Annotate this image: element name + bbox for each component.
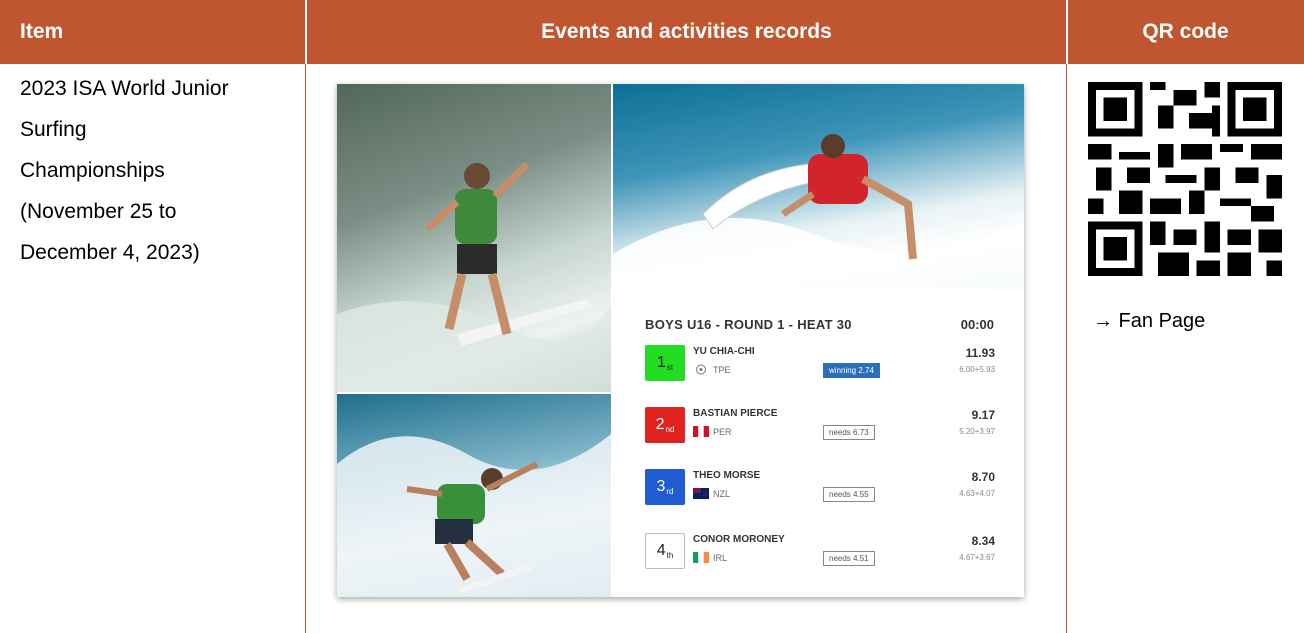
item-line: December 4, 2023) bbox=[20, 241, 200, 264]
event-photo-collage: BOYS U16 - ROUND 1 - HEAT 30 00:00 1st Y… bbox=[337, 84, 1024, 597]
heat-timer: 00:00 bbox=[960, 317, 994, 332]
surfer-country: PER bbox=[713, 427, 732, 437]
surfer-country: IRL bbox=[713, 553, 728, 563]
item-line: (November 25 to bbox=[20, 200, 177, 223]
surfer-photo-green-top bbox=[337, 84, 611, 392]
surfer-row: 4th CONOR MORONEY IRL needs 4.51 8.34 4.… bbox=[645, 533, 995, 583]
tpe-emblem-icon bbox=[696, 364, 706, 375]
item-line: Surfing bbox=[20, 118, 87, 141]
heat-scoreboard: BOYS U16 - ROUND 1 - HEAT 30 00:00 1st Y… bbox=[613, 289, 1024, 597]
rank-badge: 4th bbox=[645, 533, 685, 569]
score-status-badge: needs 4.55 bbox=[823, 487, 875, 502]
heat-total: 11.93 bbox=[965, 346, 995, 360]
peru-flag-icon bbox=[693, 426, 709, 437]
surfer-name: BASTIAN PIERCE bbox=[693, 408, 778, 419]
header-divider bbox=[305, 0, 307, 64]
surfer-country: TPE bbox=[713, 365, 731, 375]
item-line: 2023 ISA World Junior bbox=[20, 77, 229, 100]
wave-scores: 4.63+4.07 bbox=[959, 489, 995, 498]
header-qr-code: QR code bbox=[1067, 0, 1304, 64]
wave-scores: 5.20+3.97 bbox=[959, 427, 995, 436]
item-description: 2023 ISA World Junior Surfing Championsh… bbox=[20, 68, 300, 273]
surfer-row: 3rd THEO MORSE NZL needs 4.55 8.70 4.63+… bbox=[645, 469, 995, 519]
rank-badge: 1st bbox=[645, 345, 685, 381]
column-divider bbox=[305, 64, 306, 633]
header-records: Events and activities records bbox=[306, 0, 1067, 64]
wave-scores: 4.67+3.67 bbox=[959, 553, 995, 562]
score-status-badge: needs 4.51 bbox=[823, 551, 875, 566]
item-line: Championships bbox=[20, 159, 165, 182]
surfer-photo-green-bottom bbox=[337, 394, 611, 597]
heat-total: 8.70 bbox=[971, 470, 995, 484]
score-status-badge: needs 6.73 bbox=[823, 425, 875, 440]
surfer-photo-red bbox=[613, 84, 1024, 289]
wave-scores: 6.00+5.93 bbox=[959, 365, 995, 374]
header-divider bbox=[1066, 0, 1068, 64]
heat-total: 8.34 bbox=[971, 534, 995, 548]
surfer-country: NZL bbox=[713, 489, 731, 499]
new-zealand-flag-icon bbox=[693, 488, 709, 499]
surfer-name: THEO MORSE bbox=[693, 470, 761, 481]
surfer-name: YU CHIA-CHI bbox=[693, 346, 755, 357]
score-status-badge: winning 2.74 bbox=[823, 363, 880, 378]
heat-title: BOYS U16 - ROUND 1 - HEAT 30 bbox=[645, 317, 852, 332]
fan-page-qr-code[interactable] bbox=[1085, 82, 1285, 276]
column-divider bbox=[1066, 64, 1067, 633]
surfer-row: 1st YU CHIA-CHI TPE winning 2.74 11.93 6… bbox=[645, 345, 995, 395]
rank-badge: 3rd bbox=[645, 469, 685, 505]
surfer-row: 2nd BASTIAN PIERCE PER needs 6.73 9.17 5… bbox=[645, 407, 995, 457]
surfer-name: CONOR MORONEY bbox=[693, 534, 785, 545]
rank-badge: 2nd bbox=[645, 407, 685, 443]
fan-page-link[interactable]: → Fan Page bbox=[1093, 310, 1263, 333]
header-item: Item bbox=[0, 0, 306, 64]
ireland-flag-icon bbox=[693, 552, 709, 563]
heat-total: 9.17 bbox=[971, 408, 995, 422]
